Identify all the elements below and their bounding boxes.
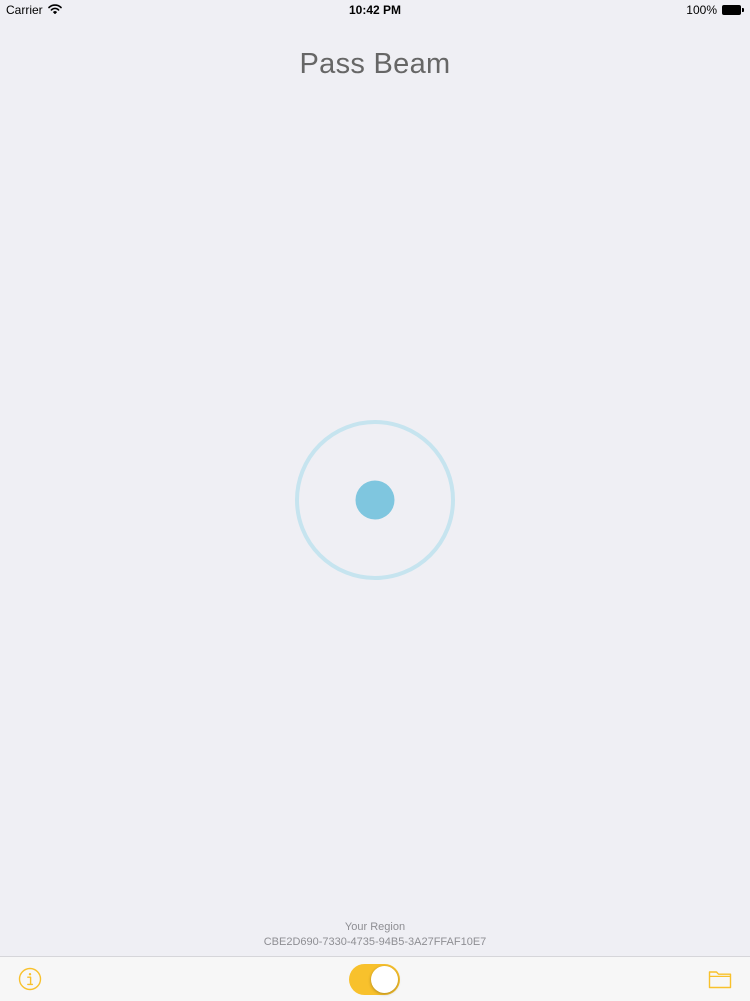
region-label: Your Region [344,921,406,933]
info-button[interactable] [18,967,42,991]
info-icon [18,967,42,991]
status-right: 100% [686,3,744,17]
status-bar: Carrier 10:42 PM 100% [0,0,750,20]
beacon-indicator [294,419,456,581]
toggle-knob [371,966,398,993]
status-time: 10:42 PM [348,3,402,17]
folder-icon [708,971,732,989]
beacon-dot [355,480,395,520]
folder-button[interactable] [708,969,732,989]
bottom-toolbar [0,956,750,1001]
region-uuid: CBE2D690-7330-4735-94B5-3A27FFAF10E7 [263,936,487,948]
battery-percent: 100% [686,3,717,17]
battery-icon [722,5,744,15]
beacon-toggle[interactable] [349,964,400,995]
page-title: Pass Beam [299,48,451,80]
